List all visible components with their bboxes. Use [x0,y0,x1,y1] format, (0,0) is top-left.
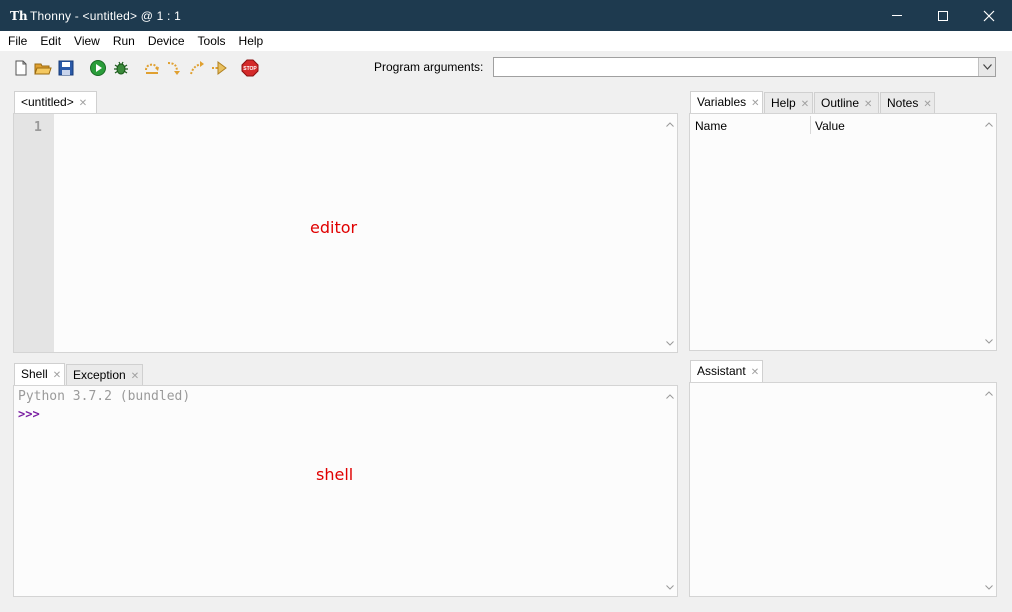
close-button[interactable] [966,0,1012,31]
scroll-up-arrow[interactable] [983,388,995,398]
editor-tab-untitled[interactable]: <untitled> ✕ [14,91,97,113]
chevron-down-icon [985,584,993,590]
editor-annotation-label: editor [310,218,358,237]
variables-panel[interactable]: Name Value [689,113,997,351]
close-tab-icon[interactable]: ✕ [864,99,872,110]
new-file-icon [15,60,27,76]
run-button[interactable] [88,58,108,78]
open-file-icon [34,63,52,75]
shell-annotation-label: shell [316,465,354,484]
menu-run[interactable]: Run [109,31,140,51]
step-out-icon [190,61,204,75]
stop-button[interactable]: STOP [240,58,260,78]
svg-text:STOP: STOP [243,66,257,72]
chevron-down-icon [666,340,674,346]
tab-help[interactable]: Help ✕ [764,92,813,113]
line-number: 1 [34,120,42,135]
menu-tools[interactable]: Tools [194,31,231,51]
step-out-button[interactable] [187,58,207,78]
debug-icon [114,61,128,75]
menu-bar: File Edit View Run Device Tools Help [0,31,1012,51]
save-button[interactable] [56,58,76,78]
tab-variables[interactable]: Variables ✕ [690,91,763,113]
thonny-app-icon: Th [10,8,28,23]
shell-banner: Python 3.7.2 (bundled) [18,389,191,404]
close-tab-icon[interactable]: ✕ [79,98,87,109]
program-arguments-combobox[interactable] [493,57,996,77]
shell-prompt: >>> [18,407,40,421]
tab-assistant[interactable]: Assistant ✕ [690,360,763,382]
scroll-up-arrow[interactable] [664,391,676,401]
program-arguments-label: Program arguments: [374,60,484,74]
combobox-dropdown-button[interactable] [978,58,995,76]
new-file-button[interactable] [11,58,31,78]
step-over-icon [145,63,159,74]
minimize-icon [892,15,902,16]
run-icon [90,60,106,76]
tab-notes-label: Notes [887,96,919,110]
title-bar: Th Thonny - <untitled> @ 1 : 1 [0,0,1012,31]
tab-shell[interactable]: Shell ✕ [14,363,65,385]
step-into-icon [167,62,180,75]
tab-notes[interactable]: Notes ✕ [880,92,935,113]
close-tab-icon[interactable]: ✕ [923,99,931,110]
menu-file[interactable]: File [4,31,32,51]
menu-help[interactable]: Help [235,31,269,51]
stop-icon: STOP [241,59,259,77]
scroll-down-arrow[interactable] [983,336,995,346]
resume-button[interactable] [209,58,229,78]
tab-variables-label: Variables [697,95,747,109]
chevron-down-icon [666,584,674,590]
menu-device[interactable]: Device [144,31,190,51]
chevron-up-icon [666,121,674,127]
tab-outline-label: Outline [821,96,860,110]
assistant-panel[interactable] [689,382,997,597]
step-into-button[interactable] [164,58,184,78]
chevron-up-icon [985,121,993,127]
tab-exception-label: Exception [73,368,126,382]
scroll-down-arrow[interactable] [664,582,676,592]
open-file-button[interactable] [33,58,53,78]
scroll-up-arrow[interactable] [983,119,995,129]
scroll-up-arrow[interactable] [664,119,676,129]
chevron-down-icon [982,64,992,70]
tab-exception[interactable]: Exception ✕ [66,364,143,385]
menu-view[interactable]: View [70,31,105,51]
save-icon [58,60,74,76]
close-tab-icon[interactable]: ✕ [751,98,759,109]
column-header-name[interactable]: Name [695,119,727,133]
shell-panel[interactable]: Python 3.7.2 (bundled) >>> shell [13,385,678,597]
menu-edit[interactable]: Edit [36,31,66,51]
chevron-down-icon [985,338,993,344]
tab-outline[interactable]: Outline ✕ [814,92,879,113]
tab-help-label: Help [771,96,796,110]
tab-assistant-label: Assistant [697,364,746,378]
close-tab-icon[interactable]: ✕ [53,370,61,381]
chevron-up-icon [666,393,674,399]
column-header-value[interactable]: Value [815,119,845,133]
window-title: Thonny - <untitled> @ 1 : 1 [30,8,181,23]
line-number-gutter: 1 [14,114,54,352]
step-over-button[interactable] [142,58,162,78]
close-icon [983,10,995,21]
maximize-icon [938,10,948,21]
chevron-up-icon [985,390,993,396]
editor-tab-label: <untitled> [21,95,74,109]
close-tab-icon[interactable]: ✕ [801,99,809,110]
scroll-down-arrow[interactable] [983,582,995,592]
toolbar: STOP Program arguments: [0,51,1012,87]
close-tab-icon[interactable]: ✕ [131,371,139,382]
resume-icon [212,61,227,75]
editor-panel[interactable]: 1 editor [13,113,678,353]
debug-button[interactable] [111,58,131,78]
close-tab-icon[interactable]: ✕ [751,367,759,378]
scroll-down-arrow[interactable] [664,338,676,348]
column-divider[interactable] [810,116,811,134]
maximize-button[interactable] [920,0,966,31]
minimize-button[interactable] [874,0,920,31]
tab-shell-label: Shell [21,367,48,381]
